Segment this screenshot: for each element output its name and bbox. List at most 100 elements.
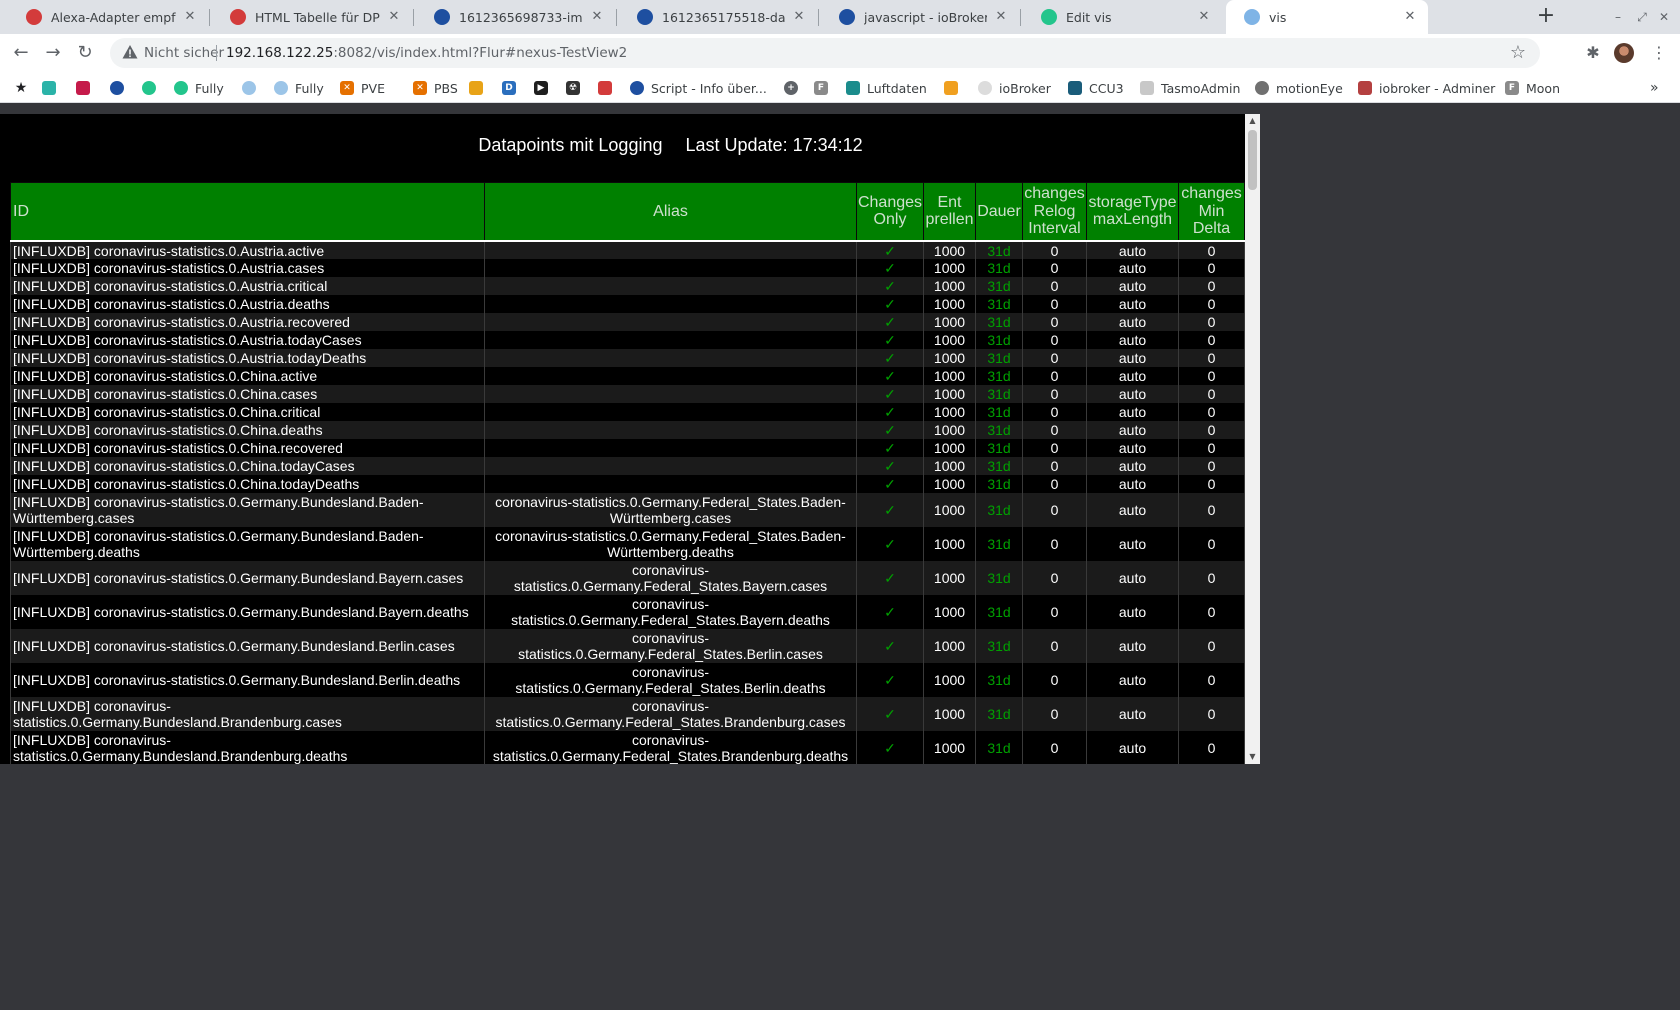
cell-changes-only: ✓ <box>856 384 924 403</box>
bookmark-item[interactable]: Fully <box>274 79 324 97</box>
bookmark-item[interactable]: ☢ <box>566 79 580 97</box>
scroll-thumb[interactable] <box>1248 130 1257 190</box>
bookmark-item[interactable]: ▶ <box>534 79 548 97</box>
close-icon[interactable]: ✕ <box>1402 9 1418 25</box>
cell-alias <box>484 456 857 475</box>
cell-changes-only: ✓ <box>856 366 924 385</box>
close-window-icon[interactable]: ✕ <box>1655 8 1673 26</box>
close-icon[interactable]: ✕ <box>1196 9 1212 25</box>
bookmark-item[interactable] <box>469 79 483 97</box>
avatar[interactable] <box>1614 43 1634 63</box>
tab-1[interactable]: Alexa-Adapter empfängt ✕ <box>8 0 208 34</box>
close-icon[interactable]: ✕ <box>791 9 807 25</box>
iobroker-icon <box>630 81 644 95</box>
close-icon[interactable]: ✕ <box>386 9 402 25</box>
bookmark-item[interactable]: Fully <box>174 79 224 97</box>
add-circle-icon: + <box>784 81 798 95</box>
extensions-puzzle-icon[interactable]: ✱ <box>1580 40 1606 66</box>
tab-7[interactable]: vis ✕ <box>1226 0 1428 34</box>
cell-line: [INFLUXDB] coronavirus-statistics.0.Aust… <box>13 260 325 276</box>
tab-2[interactable]: HTML Tabelle für DP mit H ✕ <box>212 0 412 34</box>
header-line: Ent <box>937 193 962 211</box>
bookmark-item[interactable]: ★ <box>14 79 28 97</box>
cell-alias <box>484 384 857 403</box>
bookmark-item[interactable] <box>944 79 958 97</box>
cell-id: [INFLUXDB] coronavirus-statistics.0.Chin… <box>10 438 485 457</box>
header-changes-only[interactable]: Changes Only <box>856 182 924 241</box>
bookmark-item[interactable]: motionEye <box>1255 79 1343 97</box>
iobroker-forum-icon <box>598 81 612 95</box>
cell-relog-interval: 0 <box>1022 330 1087 349</box>
header-storage-type[interactable]: storageType maxLength <box>1086 182 1179 241</box>
cell-changes-only: ✓ <box>856 696 924 731</box>
table-row: [INFLUXDB] coronavirus-statistics.0.Aust… <box>10 240 1245 259</box>
cell-min-delta: 0 <box>1178 402 1245 421</box>
bookmark-item[interactable]: Luftdaten <box>846 79 927 97</box>
new-tab-button[interactable]: + <box>1534 5 1558 29</box>
close-icon[interactable]: ✕ <box>182 9 198 25</box>
header-id[interactable]: ID <box>10 182 485 241</box>
bookmark-item[interactable]: F Moon <box>1505 79 1560 97</box>
bookmark-item[interactable]: D <box>502 79 516 97</box>
bookmark-item[interactable] <box>242 79 256 97</box>
cell-alias <box>484 294 857 313</box>
close-icon[interactable]: ✕ <box>589 9 605 25</box>
cell-relog-interval: 0 <box>1022 258 1087 277</box>
cell-storage-type: auto <box>1086 348 1179 367</box>
bookmark-item[interactable]: Script - Info über... <box>630 79 767 97</box>
bookmark-item[interactable]: F <box>814 79 828 97</box>
cell-dauer: 31d <box>975 366 1023 385</box>
more-bookmarks-chevron-icon[interactable]: » <box>1650 79 1659 97</box>
bookmark-item[interactable] <box>110 79 124 97</box>
tab-4[interactable]: 1612365175518-datalogg ✕ <box>619 0 817 34</box>
cell-id: [INFLUXDB] coronavirus-statistics.0.Aust… <box>10 312 485 331</box>
bookmark-item[interactable]: CCU3 <box>1068 79 1124 97</box>
bookmark-item[interactable] <box>42 79 56 97</box>
cell-line: coronavirus-statistics.0.Germany.Federal… <box>495 494 846 510</box>
menu-kebab-icon[interactable]: ⋮ <box>1646 40 1672 66</box>
header-relog-interval[interactable]: changes Relog Interval <box>1022 182 1087 241</box>
bookmark-item[interactable] <box>142 79 156 97</box>
scroll-down-arrow-icon[interactable]: ▼ <box>1245 750 1260 764</box>
address-bar[interactable]: Nicht sicher 192.168.122.25:8082/vis/ind… <box>110 38 1540 68</box>
scroll-up-arrow-icon[interactable]: ▲ <box>1245 114 1260 128</box>
forward-arrow-icon[interactable]: → <box>40 40 66 66</box>
bookmark-item[interactable]: + <box>784 79 798 97</box>
cell-dauer: 31d <box>975 492 1023 527</box>
cell-id: [INFLUXDB] coronavirus-statistics.0.Chin… <box>10 366 485 385</box>
url-text[interactable]: 192.168.122.25:8082/vis/index.html?Flur#… <box>226 45 627 61</box>
header-min-delta[interactable]: changes Min Delta <box>1178 182 1245 241</box>
reload-icon[interactable]: ↻ <box>72 40 98 66</box>
cell-min-delta: 0 <box>1178 420 1245 439</box>
restore-icon[interactable]: ⤢ <box>1633 8 1651 26</box>
back-arrow-icon[interactable]: ← <box>8 40 34 66</box>
cell-entprellen: 1000 <box>923 276 976 295</box>
tab-5[interactable]: javascript - ioBroker ✕ <box>821 0 1019 34</box>
tab-6[interactable]: Edit vis ✕ <box>1023 0 1222 34</box>
bookmark-item[interactable]: ioBroker <box>978 79 1051 97</box>
bookmark-item[interactable] <box>76 79 90 97</box>
cell-changes-only: ✓ <box>856 348 924 367</box>
tab-title: javascript - ioBroker <box>864 9 987 25</box>
cell-min-delta: 0 <box>1178 438 1245 457</box>
header-entprellen[interactable]: Ent prellen <box>923 182 976 241</box>
cell-relog-interval: 0 <box>1022 312 1087 331</box>
panel-scrollbar[interactable]: ▲ ▼ <box>1245 114 1260 764</box>
security-label[interactable]: Nicht sicher <box>144 45 224 61</box>
minimize-icon[interactable]: – <box>1609 8 1627 26</box>
cell-storage-type: auto <box>1086 696 1179 731</box>
bookmark-item[interactable]: iobroker - Adminer <box>1358 79 1495 97</box>
header-alias[interactable]: Alias <box>484 182 857 241</box>
bookmark-item[interactable] <box>598 79 612 97</box>
close-icon[interactable]: ✕ <box>993 9 1009 25</box>
bookmark-item[interactable]: ✕ PBS <box>413 79 458 97</box>
bookmark-star-icon[interactable]: ☆ <box>1510 43 1526 63</box>
bookmark-item[interactable]: ✕ PVE <box>340 79 385 97</box>
cell-line: [INFLUXDB] coronavirus-statistics.0.Aust… <box>13 350 367 366</box>
bookmark-label: motionEye <box>1276 80 1343 96</box>
header-dauer[interactable]: Dauer <box>975 182 1023 241</box>
cell-min-delta: 0 <box>1178 258 1245 277</box>
bookmark-item[interactable]: TasmoAdmin <box>1140 79 1240 97</box>
tab-3[interactable]: 1612365698733-image-6.p ✕ <box>416 0 615 34</box>
warning-triangle-icon[interactable] <box>122 44 138 60</box>
